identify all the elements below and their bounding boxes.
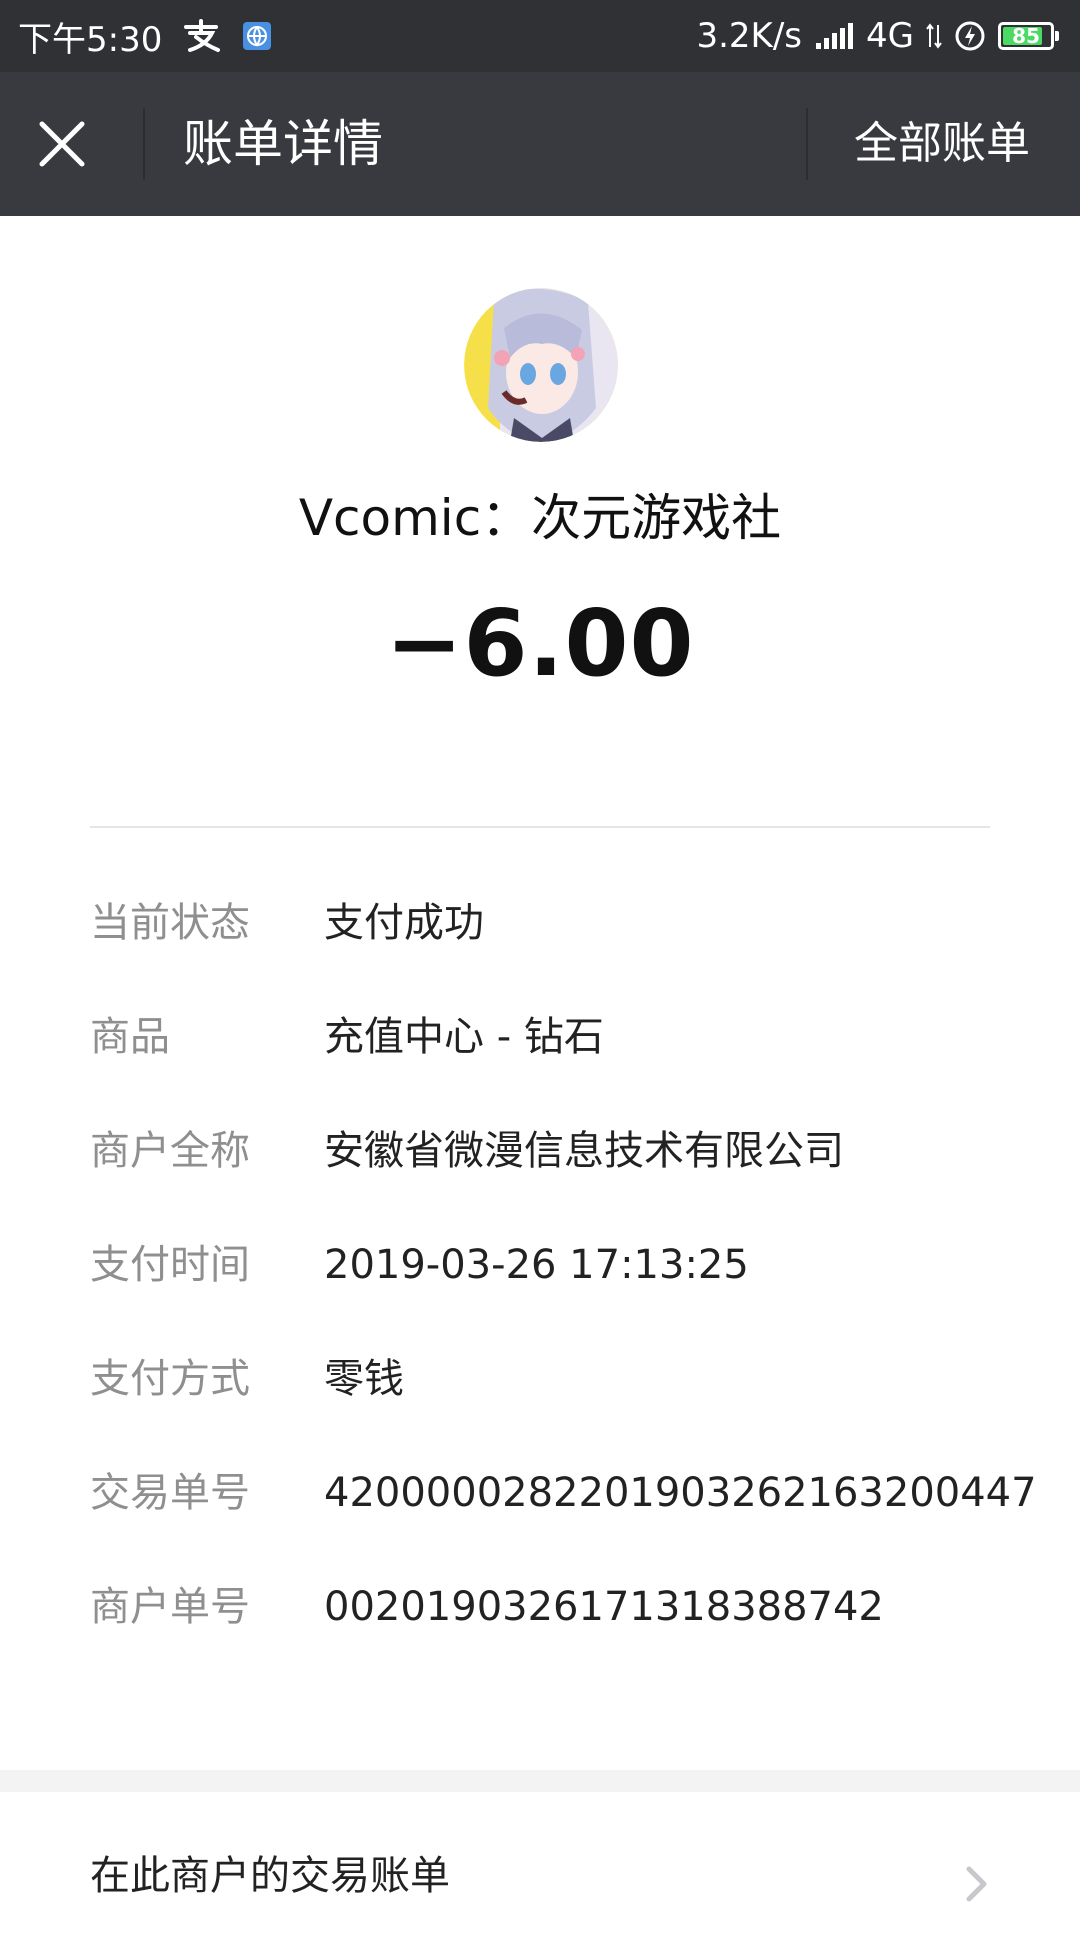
detail-row-method: 支付方式 零钱	[90, 1349, 1040, 1463]
detail-label: 商品	[90, 1014, 170, 1060]
power-saver-icon	[954, 20, 986, 52]
detail-value: 零钱	[324, 1356, 404, 1402]
page-title: 账单详情	[183, 115, 383, 173]
data-transfer-icon	[926, 21, 942, 51]
detail-row-product: 商品 充值中心 - 钻石	[90, 1007, 1040, 1121]
detail-label: 支付时间	[90, 1242, 250, 1288]
bill-details: 当前状态 支付成功 商品 充值中心 - 钻石 商户全称 安徽省微漫信息技术有限公…	[90, 893, 1040, 1691]
detail-label: 当前状态	[90, 900, 250, 946]
divider	[90, 826, 990, 828]
merchant-name: Vcomic：次元游戏社	[298, 489, 782, 547]
status-time: 下午5:30	[18, 19, 163, 60]
detail-value: 2019-03-26 17:13:25	[324, 1242, 749, 1288]
section-gap	[0, 1770, 1080, 1792]
detail-value: 0020190326171318388742	[324, 1584, 884, 1630]
globe-icon	[242, 21, 272, 51]
all-bills-button[interactable]: 全部账单	[854, 72, 1030, 216]
detail-value: 支付成功	[324, 900, 484, 946]
detail-row-merchant: 商户全称 安徽省微漫信息技术有限公司	[90, 1121, 1040, 1235]
detail-label: 商户单号	[90, 1584, 250, 1630]
status-bar: 下午5:30 3.2K/s 4G 85	[0, 0, 1080, 72]
detail-value: 4200000282201903262163200447	[324, 1470, 1037, 1516]
signal-icon	[814, 21, 854, 51]
payment-amount: −6.00	[385, 590, 695, 697]
detail-row-time: 支付时间 2019-03-26 17:13:25	[90, 1235, 1040, 1349]
network-type: 4G	[866, 16, 914, 56]
nav-bar: 账单详情 全部账单	[0, 72, 1080, 216]
nav-divider	[143, 108, 145, 180]
close-icon[interactable]	[32, 114, 92, 174]
detail-row-merchant-order-id: 商户单号 0020190326171318388742	[90, 1577, 1040, 1691]
detail-label: 交易单号	[90, 1470, 250, 1516]
merchant-avatar	[464, 288, 618, 442]
merchant-bills-label: 在此商户的交易账单	[90, 1853, 450, 1899]
chevron-right-icon	[962, 1864, 992, 1904]
detail-value: 充值中心 - 钻石	[324, 1014, 604, 1060]
network-speed: 3.2K/s	[696, 16, 803, 56]
battery-icon: 85	[998, 22, 1059, 50]
merchant-bills-link[interactable]: 在此商户的交易账单	[0, 1792, 1080, 1920]
detail-row-transaction-id: 交易单号 4200000282201903262163200447	[90, 1463, 1040, 1577]
alipay-icon	[182, 19, 222, 53]
detail-value: 安徽省微漫信息技术有限公司	[324, 1128, 844, 1174]
detail-label: 商户全称	[90, 1128, 250, 1174]
detail-label: 支付方式	[90, 1356, 250, 1402]
battery-level: 85	[1012, 24, 1040, 48]
detail-row-status: 当前状态 支付成功	[90, 893, 1040, 1007]
nav-divider	[806, 108, 808, 180]
